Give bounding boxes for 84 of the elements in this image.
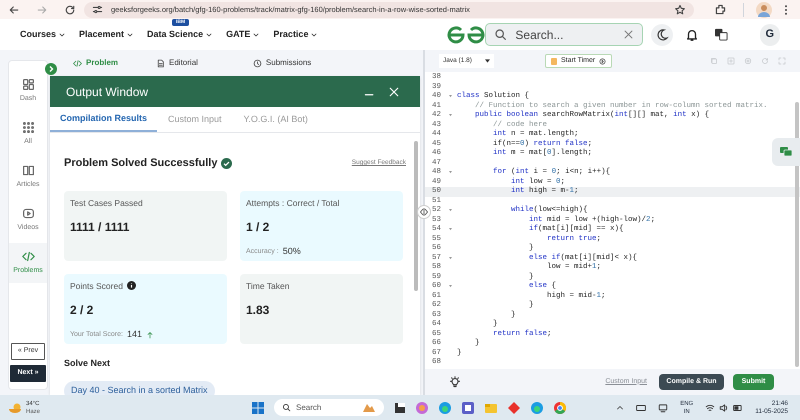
puzzle-icon[interactable] xyxy=(714,3,727,16)
problem-tab[interactable]: Editorial xyxy=(156,57,198,69)
search-icon xyxy=(494,28,508,41)
problem-tab[interactable]: Submissions xyxy=(252,57,312,69)
caret-icon xyxy=(58,30,66,38)
chrome-icon[interactable] xyxy=(554,402,566,414)
fold-icon[interactable] xyxy=(449,171,452,174)
chat-app-icon[interactable] xyxy=(462,402,474,414)
fold-icon[interactable] xyxy=(449,95,452,98)
gfg-logo-icon[interactable] xyxy=(447,26,486,44)
profile-avatar-icon[interactable] xyxy=(756,2,772,18)
nav-menu[interactable]: Courses xyxy=(20,28,66,42)
info-icon[interactable] xyxy=(126,281,136,290)
user-avatar[interactable]: G xyxy=(760,24,780,46)
caret-icon xyxy=(126,30,134,38)
code-icon xyxy=(73,58,82,68)
browser-icon[interactable] xyxy=(531,402,544,414)
document-icon xyxy=(156,58,166,68)
play-circle-icon xyxy=(599,58,606,64)
nav-menu[interactable]: Practice xyxy=(273,28,318,42)
start-icon[interactable] xyxy=(252,402,264,414)
colorful-app-icon[interactable] xyxy=(416,402,428,414)
wifi-icon[interactable] xyxy=(705,402,716,412)
card-label: Attempts : Correct / Total xyxy=(246,196,340,210)
video-icon xyxy=(22,206,34,220)
caret-icon xyxy=(485,59,490,63)
fold-icon[interactable] xyxy=(449,114,452,118)
status-heading: Problem Solved Successfully xyxy=(64,156,218,171)
next-problem-chip[interactable]: Day 40 - Search in a sorted Matrix xyxy=(64,381,215,395)
star-icon[interactable] xyxy=(674,4,686,16)
timer-icon xyxy=(551,58,557,64)
card-label: Test Cases Passed xyxy=(70,196,143,210)
keyboard-icon[interactable] xyxy=(636,402,646,412)
taskbar-search-field[interactable]: Search xyxy=(274,399,384,416)
display-icon[interactable] xyxy=(658,402,668,412)
search-icon xyxy=(282,403,292,412)
fold-icon[interactable] xyxy=(449,209,452,212)
output-tab[interactable]: Compilation Results xyxy=(50,107,158,132)
card-value: 1 / 2 xyxy=(246,219,270,236)
window-title: Output Window xyxy=(66,84,150,100)
chat-icon xyxy=(780,147,792,157)
section-heading: Solve Next xyxy=(64,356,112,370)
chevron-up-icon[interactable] xyxy=(616,404,624,412)
browser-icon[interactable] xyxy=(439,402,452,414)
back-icon[interactable] xyxy=(8,4,20,16)
code-icon xyxy=(22,250,34,263)
card-label: Time Taken xyxy=(246,280,290,292)
search-field[interactable]: Search... xyxy=(485,23,643,46)
fold-icon[interactable] xyxy=(449,228,452,232)
caret-icon xyxy=(310,30,318,38)
fold-icon[interactable] xyxy=(449,256,452,260)
mountain-icon xyxy=(362,402,376,412)
forward-icon[interactable] xyxy=(36,4,48,16)
chat-button[interactable] xyxy=(772,138,800,166)
book-icon xyxy=(22,164,34,177)
grid-icon xyxy=(22,78,34,91)
nav-menu[interactable]: GATE xyxy=(226,28,260,42)
check-circle-icon xyxy=(221,158,232,169)
search-placeholder: Search... xyxy=(515,26,564,44)
dots-grid-icon xyxy=(22,120,34,134)
nav-menu[interactable]: Data Science xyxy=(147,28,214,42)
note-value: 141 xyxy=(126,328,142,342)
fold-icon[interactable] xyxy=(449,285,452,288)
close-icon[interactable] xyxy=(622,29,634,40)
diamond-icon[interactable] xyxy=(508,402,520,414)
battery-icon[interactable] xyxy=(733,402,744,412)
card-label: Points Scored xyxy=(70,280,123,292)
scrollbar[interactable] xyxy=(414,141,418,291)
caret-icon xyxy=(205,30,214,38)
card-value: 1.83 xyxy=(246,302,270,320)
problem-tab[interactable]: Problem xyxy=(73,57,118,69)
caret-icon xyxy=(252,30,260,38)
tune-icon[interactable] xyxy=(92,4,103,15)
speaker-icon[interactable] xyxy=(719,402,730,412)
card-value: 1111 / 1111 xyxy=(70,219,130,236)
card-value: 2 / 2 xyxy=(70,302,94,320)
bell-icon[interactable] xyxy=(684,28,699,42)
nav-menu[interactable]: Placement xyxy=(79,28,134,42)
task-view-icon[interactable] xyxy=(395,402,406,412)
lightbulb-icon[interactable] xyxy=(449,376,461,388)
reload-icon[interactable] xyxy=(64,4,76,16)
note-value: 50% xyxy=(282,245,301,258)
moon-icon[interactable] xyxy=(650,24,673,46)
clock-icon xyxy=(252,58,262,68)
